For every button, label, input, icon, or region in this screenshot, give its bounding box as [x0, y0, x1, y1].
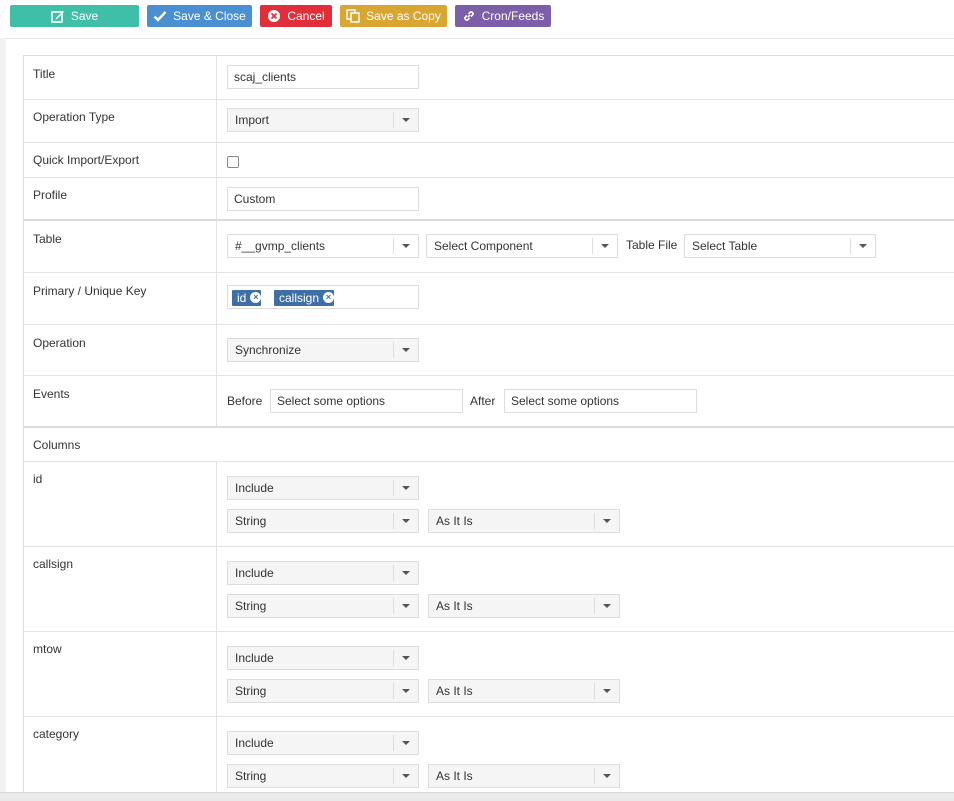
chevron-down-icon [601, 244, 609, 248]
operation-value: Synchronize [235, 343, 302, 357]
cancel-label: Cancel [287, 9, 325, 23]
include-select[interactable]: Include [227, 561, 419, 585]
chevron-down-icon [402, 486, 410, 490]
chevron-down-icon [603, 689, 611, 693]
include-select[interactable]: Include [227, 476, 419, 500]
save-close-button[interactable]: Save & Close [147, 5, 252, 27]
chevron-down-icon [402, 774, 410, 778]
primary-key-label: Primary / Unique Key [33, 284, 147, 298]
column-row: category Include String As It Is [24, 717, 954, 801]
close-circle-icon [268, 10, 281, 22]
chevron-down-icon [859, 244, 867, 248]
title-label: Title [33, 67, 56, 81]
cron-feeds-button[interactable]: Cron/Feeds [455, 5, 551, 27]
title-input[interactable]: scaj_clients [227, 65, 419, 89]
table-label: Table [33, 232, 62, 246]
operation-type-select[interactable]: Import [227, 108, 419, 132]
before-label: Before [227, 394, 263, 408]
operation-type-label: Operation Type [33, 110, 115, 124]
page-edge [0, 38, 6, 800]
column-row: id Include String As It Is [24, 462, 954, 547]
format-select[interactable]: As It Is [428, 764, 620, 788]
tag-callsign: callsign × [274, 290, 335, 306]
column-name: id [33, 472, 43, 486]
format-select[interactable]: As It Is [428, 679, 620, 703]
chevron-down-icon [402, 348, 410, 352]
edit-icon [51, 11, 64, 23]
row-operation-type: Operation Type Import [24, 100, 954, 143]
after-label: After [470, 394, 496, 408]
column-row: mtow Include String As It Is [24, 632, 954, 717]
tag-id: id × [232, 290, 262, 306]
save-close-label: Save & Close [173, 9, 246, 23]
columns-label: Columns [33, 438, 81, 452]
link-icon [463, 11, 474, 21]
table-value: #__gvmp_clients [235, 239, 326, 253]
operation-label: Operation [33, 336, 86, 350]
row-operation: Operation Synchronize [24, 325, 954, 376]
form-table: Title scaj_clients Operation Type Import… [23, 55, 954, 801]
events-label: Events [33, 387, 70, 401]
chevron-down-icon [402, 604, 410, 608]
component-select[interactable]: Select Component [426, 234, 618, 258]
row-profile: Profile Custom [24, 178, 954, 221]
column-name: callsign [33, 557, 74, 571]
type-select[interactable]: String [227, 764, 419, 788]
type-select[interactable]: String [227, 594, 419, 618]
table-file-select[interactable]: Select Table [684, 234, 876, 258]
column-name: mtow [33, 642, 62, 656]
row-columns-header: Columns [24, 428, 954, 462]
primary-key-input[interactable]: id × callsign × [227, 285, 419, 309]
divider [6, 38, 954, 39]
chevron-down-icon [402, 244, 410, 248]
row-quick: Quick Import/Export [24, 143, 954, 178]
column-row: callsign Include String As It Is [24, 547, 954, 632]
format-select[interactable]: As It Is [428, 594, 620, 618]
check-icon [153, 11, 167, 22]
profile-label: Profile [33, 188, 68, 202]
format-select[interactable]: As It Is [428, 509, 620, 533]
type-select[interactable]: String [227, 679, 419, 703]
quick-checkbox[interactable] [227, 156, 239, 168]
save-copy-button[interactable]: Save as Copy [340, 5, 447, 27]
table-file-label: Table File [626, 238, 678, 252]
remove-tag-icon[interactable]: × [323, 292, 335, 304]
profile-input[interactable]: Custom [227, 187, 419, 211]
cancel-button[interactable]: Cancel [260, 5, 332, 27]
table-file-value: Select Table [692, 239, 758, 253]
chevron-down-icon [402, 656, 410, 660]
remove-tag-icon[interactable]: × [250, 292, 262, 304]
table-select[interactable]: #__gvmp_clients [227, 234, 419, 258]
save-copy-label: Save as Copy [366, 9, 441, 23]
column-name: category [33, 727, 80, 741]
chevron-down-icon [402, 519, 410, 523]
type-select[interactable]: String [227, 509, 419, 533]
save-label: Save [70, 9, 99, 23]
toolbar: Save Save & Close Cancel Save as Copy Cr… [0, 0, 954, 34]
cron-feeds-label: Cron/Feeds [481, 9, 545, 23]
before-input[interactable]: Select some options [270, 389, 463, 413]
chevron-down-icon [603, 774, 611, 778]
include-select[interactable]: Include [227, 646, 419, 670]
chevron-down-icon [402, 741, 410, 745]
quick-label: Quick Import/Export [33, 153, 140, 167]
save-button[interactable]: Save [10, 5, 139, 27]
copy-icon [346, 9, 360, 23]
component-value: Select Component [434, 239, 533, 253]
row-table: Table #__gvmp_clients Select Component T… [24, 221, 954, 273]
row-title: Title scaj_clients [24, 56, 954, 100]
chevron-down-icon [402, 689, 410, 693]
operation-select[interactable]: Synchronize [227, 338, 419, 362]
chevron-down-icon [402, 571, 410, 575]
chevron-down-icon [603, 604, 611, 608]
operation-type-value: Import [235, 113, 270, 127]
row-events: Events Before Select some options After … [24, 376, 954, 428]
include-select[interactable]: Include [227, 731, 419, 755]
chevron-down-icon [402, 118, 410, 122]
row-primary-key: Primary / Unique Key id × callsign × [24, 273, 954, 325]
after-input[interactable]: Select some options [504, 389, 697, 413]
chevron-down-icon [603, 519, 611, 523]
